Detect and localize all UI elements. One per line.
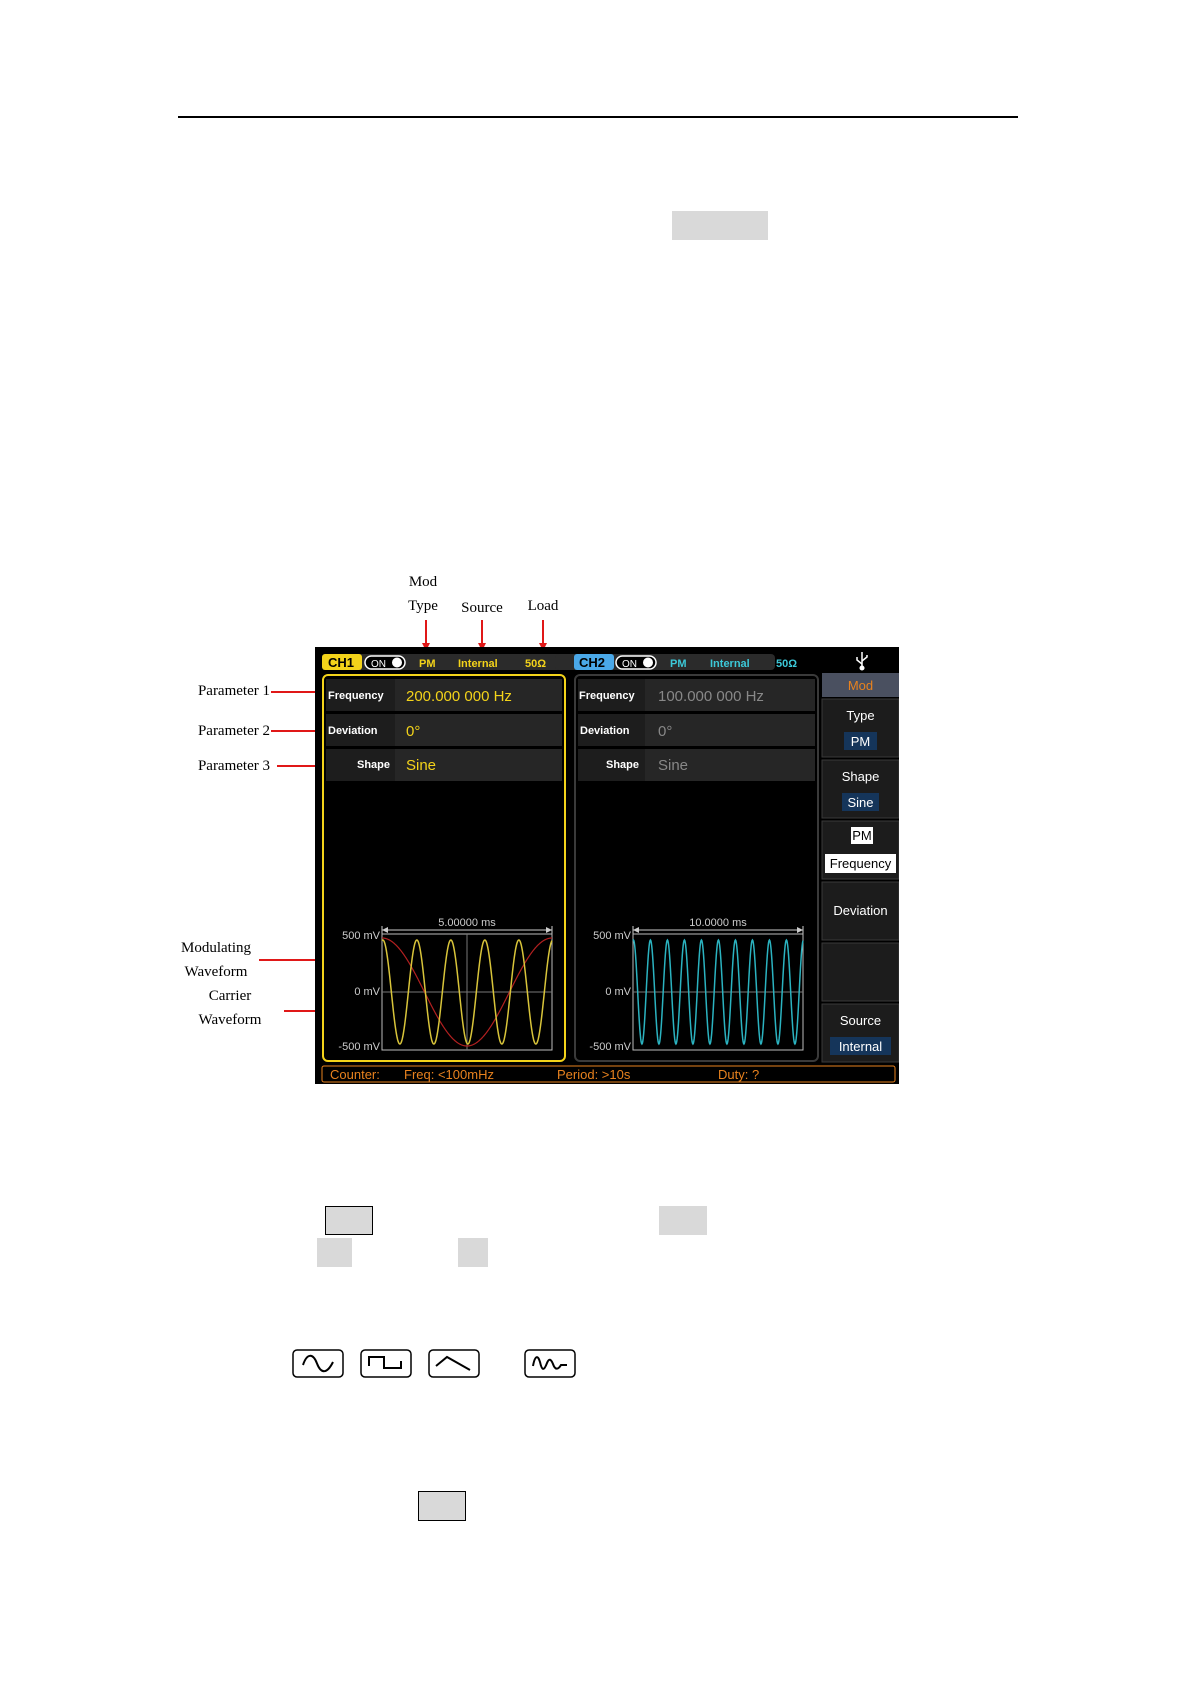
- ch2-y-mid-label: 0 mV: [605, 986, 631, 998]
- annotation-parameter-3: Parameter 3: [197, 758, 270, 774]
- ch1-on-label: ON: [371, 659, 386, 670]
- header-rule: [178, 116, 1018, 118]
- ch2-mod-type: PM: [670, 658, 687, 670]
- key-reference-box: [325, 1206, 373, 1235]
- counter-label: Counter:: [330, 1067, 380, 1082]
- ch2-param-shape-name: Shape: [606, 759, 639, 771]
- ch1-param-frequency-value: 200.000 000 Hz: [406, 688, 512, 705]
- menu-pm-label: PM: [852, 828, 872, 843]
- ch2-on-label: ON: [622, 659, 637, 670]
- menu-type-value: PM: [851, 734, 871, 749]
- ch1-y-top-label: 500 mV: [342, 930, 381, 942]
- key-reference-box: [458, 1238, 488, 1267]
- menu-source-value: Internal: [839, 1039, 882, 1054]
- counter-freq: Freq: <100mHz: [404, 1067, 494, 1082]
- generator-screen: CH1 ON PM Internal 50Ω Frequency 200.000…: [315, 647, 899, 1084]
- annotation-mod: Mod: [408, 574, 438, 590]
- ch2-time-span: 10.0000 ms: [689, 917, 747, 929]
- ramp-key-icon[interactable]: [428, 1349, 480, 1378]
- key-reference-box: [418, 1491, 466, 1521]
- menu-type-label: Type: [846, 708, 874, 723]
- counter-duty: Duty: ?: [718, 1067, 759, 1082]
- key-reference-box: [659, 1206, 707, 1235]
- menu-source-label: Source: [840, 1013, 881, 1028]
- ch1-load: 50Ω: [525, 658, 546, 670]
- ch2-param-frequency-value: 100.000 000 Hz: [658, 688, 764, 705]
- annotation-carrier-waveform: Waveform: [198, 1012, 262, 1028]
- menu-frequency-label: Frequency: [830, 856, 892, 871]
- menu-empty-button[interactable]: [821, 942, 899, 1002]
- ch2-tab-label: CH2: [579, 655, 605, 670]
- ch1-source: Internal: [458, 658, 498, 670]
- ch2-source: Internal: [710, 658, 750, 670]
- menu-shape-value: Sine: [847, 795, 873, 810]
- annotation-modulating-waveform: Waveform: [184, 964, 248, 980]
- ch2-param-deviation-name: Deviation: [580, 725, 630, 737]
- key-reference-box: [672, 211, 768, 240]
- ch2-param-frequency-name: Frequency: [579, 690, 636, 702]
- annotation-type: Type: [408, 598, 438, 614]
- ch2-load: 50Ω: [776, 658, 797, 670]
- arbitrary-key-icon[interactable]: [524, 1349, 576, 1378]
- usb-icon: [856, 652, 868, 671]
- menu-deviation-label: Deviation: [833, 903, 887, 918]
- ch1-param-shape-value: Sine: [406, 757, 436, 774]
- ch1-mod-type: PM: [419, 658, 436, 670]
- ch1-on-knob: [392, 657, 402, 668]
- sine-key-icon[interactable]: [292, 1349, 344, 1378]
- square-key-icon[interactable]: [360, 1349, 412, 1378]
- ch1-tab-label: CH1: [328, 655, 354, 670]
- ch1-y-mid-label: 0 mV: [354, 986, 380, 998]
- annotation-carrier: Carrier: [208, 988, 252, 1004]
- ch2-param-shape-value: Sine: [658, 757, 688, 774]
- ch2-y-bot-label: -500 mV: [589, 1041, 631, 1053]
- ch1-time-span: 5.00000 ms: [438, 917, 496, 929]
- ch2-on-knob: [643, 657, 653, 668]
- menu-shape-label: Shape: [842, 769, 880, 784]
- annotation-parameter-2: Parameter 2: [197, 723, 270, 739]
- annotation-source: Source: [461, 600, 503, 616]
- menu-title: Mod: [848, 678, 873, 693]
- ch1-param-deviation-name: Deviation: [328, 725, 378, 737]
- key-reference-box: [317, 1238, 352, 1267]
- annotation-parameter-1: Parameter 1: [197, 683, 270, 699]
- ch2-y-top-label: 500 mV: [593, 930, 632, 942]
- ch1-param-deviation-value: 0°: [406, 723, 420, 740]
- ch2-param-deviation-value: 0°: [658, 723, 672, 740]
- ch1-param-frequency-name: Frequency: [328, 690, 385, 702]
- ch1-y-bot-label: -500 mV: [338, 1041, 380, 1053]
- counter-period: Period: >10s: [557, 1067, 631, 1082]
- ch1-param-shape-name: Shape: [357, 759, 390, 771]
- annotation-load: Load: [527, 598, 559, 614]
- annotation-modulating: Modulating: [181, 940, 251, 956]
